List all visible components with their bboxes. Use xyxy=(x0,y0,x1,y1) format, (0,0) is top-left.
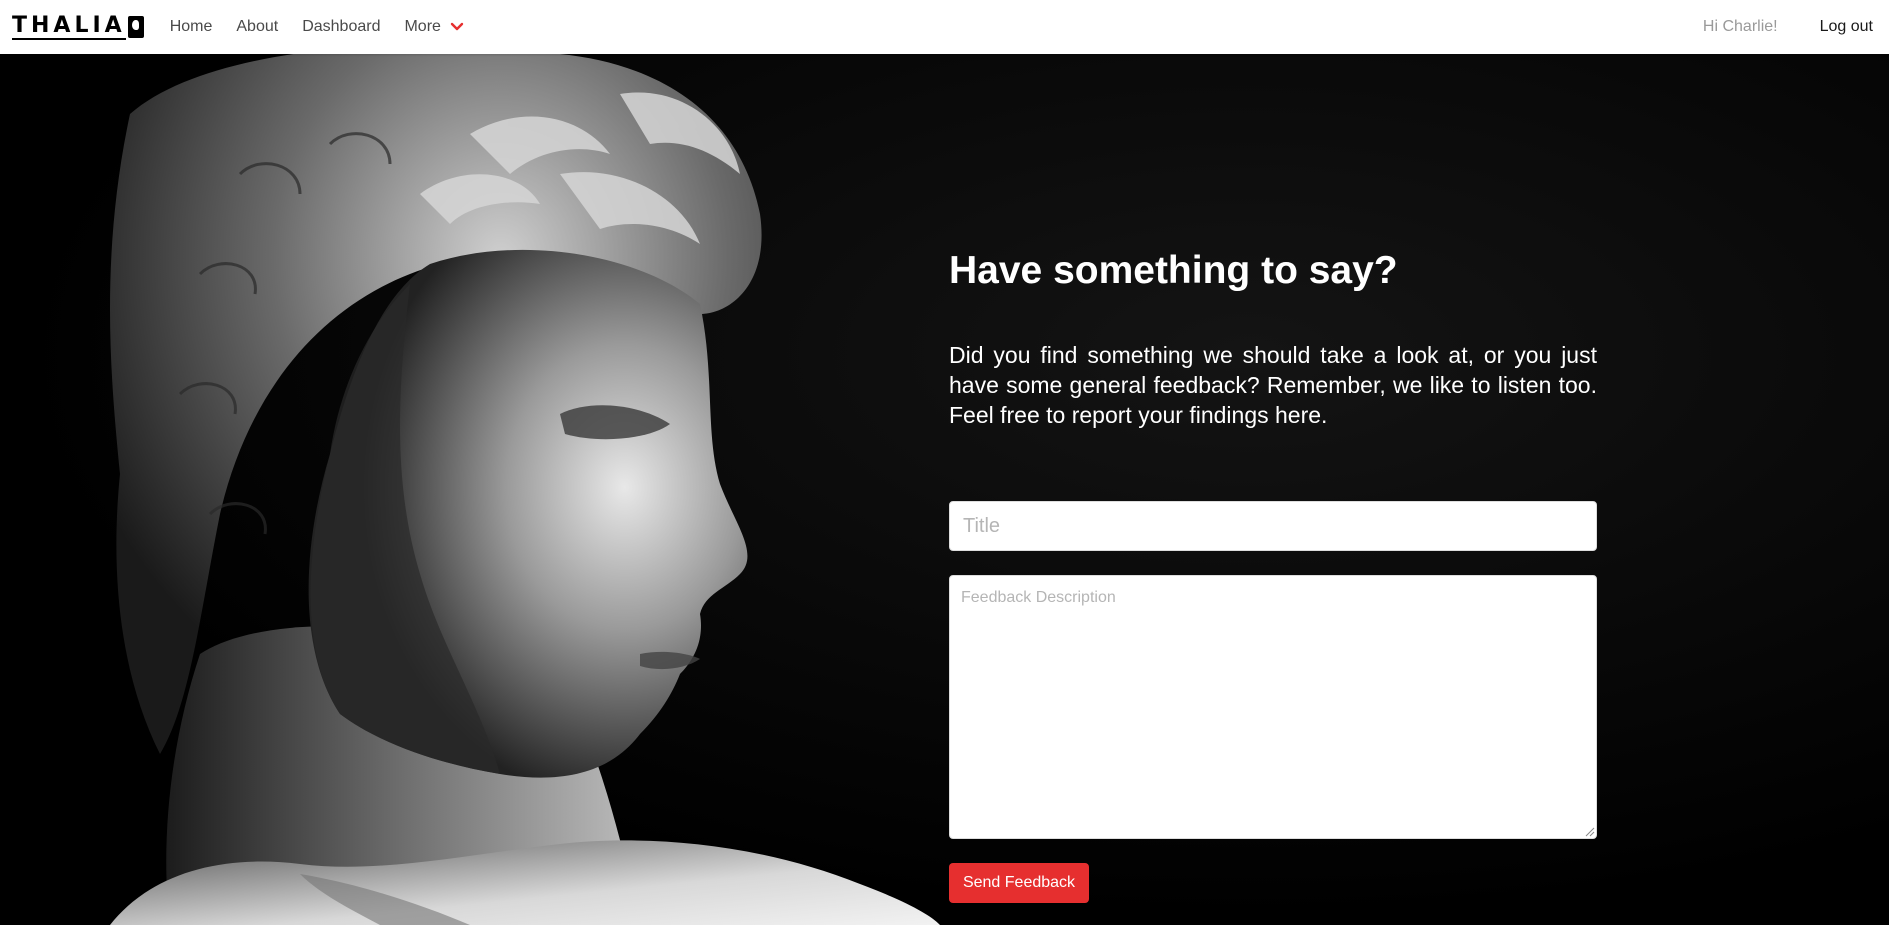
nav-home-link[interactable]: Home xyxy=(170,18,213,36)
nav-more-label: More xyxy=(404,18,441,35)
feedback-heading: Have something to say? xyxy=(949,249,1398,292)
top-navbar: THALIA Home About Dashboard More Hi Char… xyxy=(0,0,1889,54)
feedback-title-input[interactable] xyxy=(949,501,1597,551)
nav-user-area: Hi Charlie! Log out xyxy=(1703,18,1889,36)
chevron-down-icon xyxy=(450,22,464,31)
statue-bust-image xyxy=(110,54,940,925)
nav-more-dropdown[interactable]: More xyxy=(404,18,464,36)
nav-dashboard-link[interactable]: Dashboard xyxy=(302,18,380,36)
nav-about-link[interactable]: About xyxy=(236,18,278,36)
logo-bust-icon xyxy=(127,16,144,38)
send-feedback-button[interactable]: Send Feedback xyxy=(949,863,1089,903)
feedback-hero: Have something to say? Did you find some… xyxy=(0,54,1889,925)
feedback-description-textarea[interactable] xyxy=(949,575,1597,839)
user-greeting: Hi Charlie! xyxy=(1702,18,1778,35)
logout-link[interactable]: Log out xyxy=(1820,18,1873,36)
thalia-logo[interactable]: THALIA xyxy=(12,12,144,42)
logo-wordmark: THALIA xyxy=(12,12,126,40)
resize-grip-icon[interactable] xyxy=(1583,825,1595,837)
nav-links: Home About Dashboard More xyxy=(158,18,476,36)
feedback-intro: Did you find something we should take a … xyxy=(949,342,1597,428)
